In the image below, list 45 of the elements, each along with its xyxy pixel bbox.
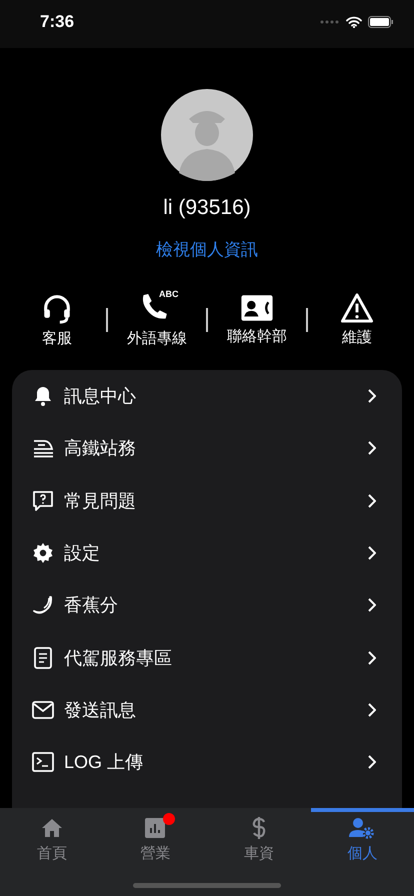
quick-action-button[interactable]: ABC 外語專線 bbox=[112, 291, 202, 348]
dollar-icon bbox=[252, 816, 266, 840]
phone-label: ABC bbox=[159, 289, 178, 299]
settings-icon bbox=[32, 542, 54, 564]
user-settings-icon bbox=[349, 817, 376, 839]
bar-chart-icon bbox=[145, 818, 166, 838]
bell-icon bbox=[33, 385, 53, 408]
menu-item[interactable]: 香蕉分 bbox=[12, 579, 402, 632]
contact-card-icon bbox=[240, 293, 274, 323]
banana-icon bbox=[32, 595, 54, 616]
chevron-right-icon bbox=[367, 755, 376, 770]
mail-icon bbox=[32, 700, 54, 719]
menu-item[interactable]: 訊息中心 bbox=[12, 370, 402, 422]
chevron-right-icon bbox=[367, 598, 376, 612]
chevron-right-icon bbox=[367, 702, 376, 717]
menu-item[interactable]: 高鐵站務 bbox=[12, 422, 402, 475]
quick-action-button[interactable]: 維護 bbox=[312, 292, 402, 347]
tab[interactable]: 首頁 bbox=[0, 808, 104, 866]
home-icon bbox=[40, 818, 63, 838]
menu-item[interactable]: 常見問題 bbox=[12, 474, 402, 527]
question-chat-icon bbox=[32, 490, 54, 512]
chevron-right-icon bbox=[367, 441, 376, 456]
battery-icon bbox=[368, 16, 394, 28]
view-profile-link[interactable]: 檢視個人資訊 bbox=[156, 238, 258, 261]
train-icon bbox=[32, 438, 54, 458]
menu-item[interactable]: 設定 bbox=[12, 526, 402, 580]
signal-icon bbox=[320, 20, 340, 24]
quick-action-button[interactable]: 聯絡幹部 bbox=[212, 293, 302, 346]
user-name: li (93516) bbox=[163, 196, 251, 220]
quick-action-button[interactable]: 客服 bbox=[12, 291, 102, 348]
status-time: 7:36 bbox=[40, 12, 74, 32]
chevron-right-icon bbox=[367, 546, 376, 560]
chevron-right-icon bbox=[367, 389, 376, 404]
menu-item[interactable]: 發送訊息 bbox=[12, 684, 402, 736]
menu-item[interactable]: 代駕服務專區 bbox=[12, 631, 402, 684]
menu-item[interactable]: LOG 上傳 bbox=[12, 736, 402, 788]
terminal-icon bbox=[32, 752, 54, 772]
wifi-icon bbox=[346, 16, 362, 28]
tab[interactable]: 個人 bbox=[310, 808, 414, 866]
chevron-right-icon bbox=[367, 494, 376, 508]
chevron-right-icon bbox=[367, 650, 376, 665]
warning-icon bbox=[338, 292, 375, 324]
tab[interactable]: 營業 bbox=[104, 808, 207, 866]
document-icon bbox=[34, 646, 52, 669]
tab[interactable]: 車資 bbox=[207, 808, 310, 866]
